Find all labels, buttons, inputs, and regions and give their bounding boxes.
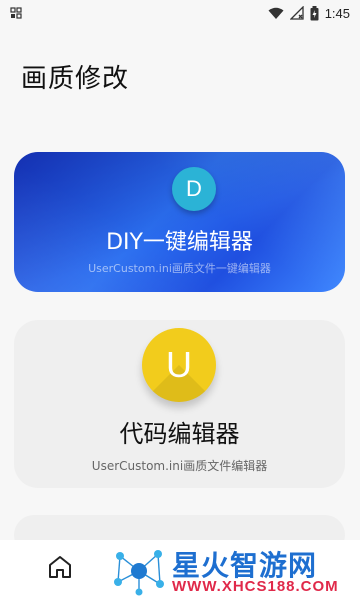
network-logo-icon	[114, 550, 164, 596]
diy-editor-title: DIY一键编辑器	[106, 230, 253, 255]
wifi-icon	[268, 7, 284, 19]
code-editor-card[interactable]: U 代码编辑器 UserCustom.ini画质文件编辑器	[14, 320, 345, 488]
status-bar: 1:45	[0, 0, 360, 26]
code-editor-subtitle: UserCustom.ini画质文件编辑器	[91, 459, 268, 473]
code-editor-title: 代码编辑器	[119, 420, 240, 448]
home-icon[interactable]	[47, 554, 73, 580]
code-letter-icon: U	[142, 328, 216, 402]
watermark: 星火智游网 WWW.XHCS188.COM	[108, 542, 358, 598]
notification-icon	[10, 7, 22, 19]
status-time: 1:45	[324, 5, 350, 21]
diy-letter-icon: D	[172, 167, 216, 211]
signal-off-icon	[289, 6, 304, 20]
battery-charging-icon	[310, 5, 319, 20]
diy-editor-card[interactable]: D DIY一键编辑器 UserCustom.ini画质文件一键编辑器	[14, 152, 345, 292]
page-title: 画质修改	[21, 64, 130, 94]
diy-editor-subtitle: UserCustom.ini画质文件一键编辑器	[88, 262, 271, 275]
watermark-url: WWW.XHCS188.COM	[172, 578, 339, 595]
